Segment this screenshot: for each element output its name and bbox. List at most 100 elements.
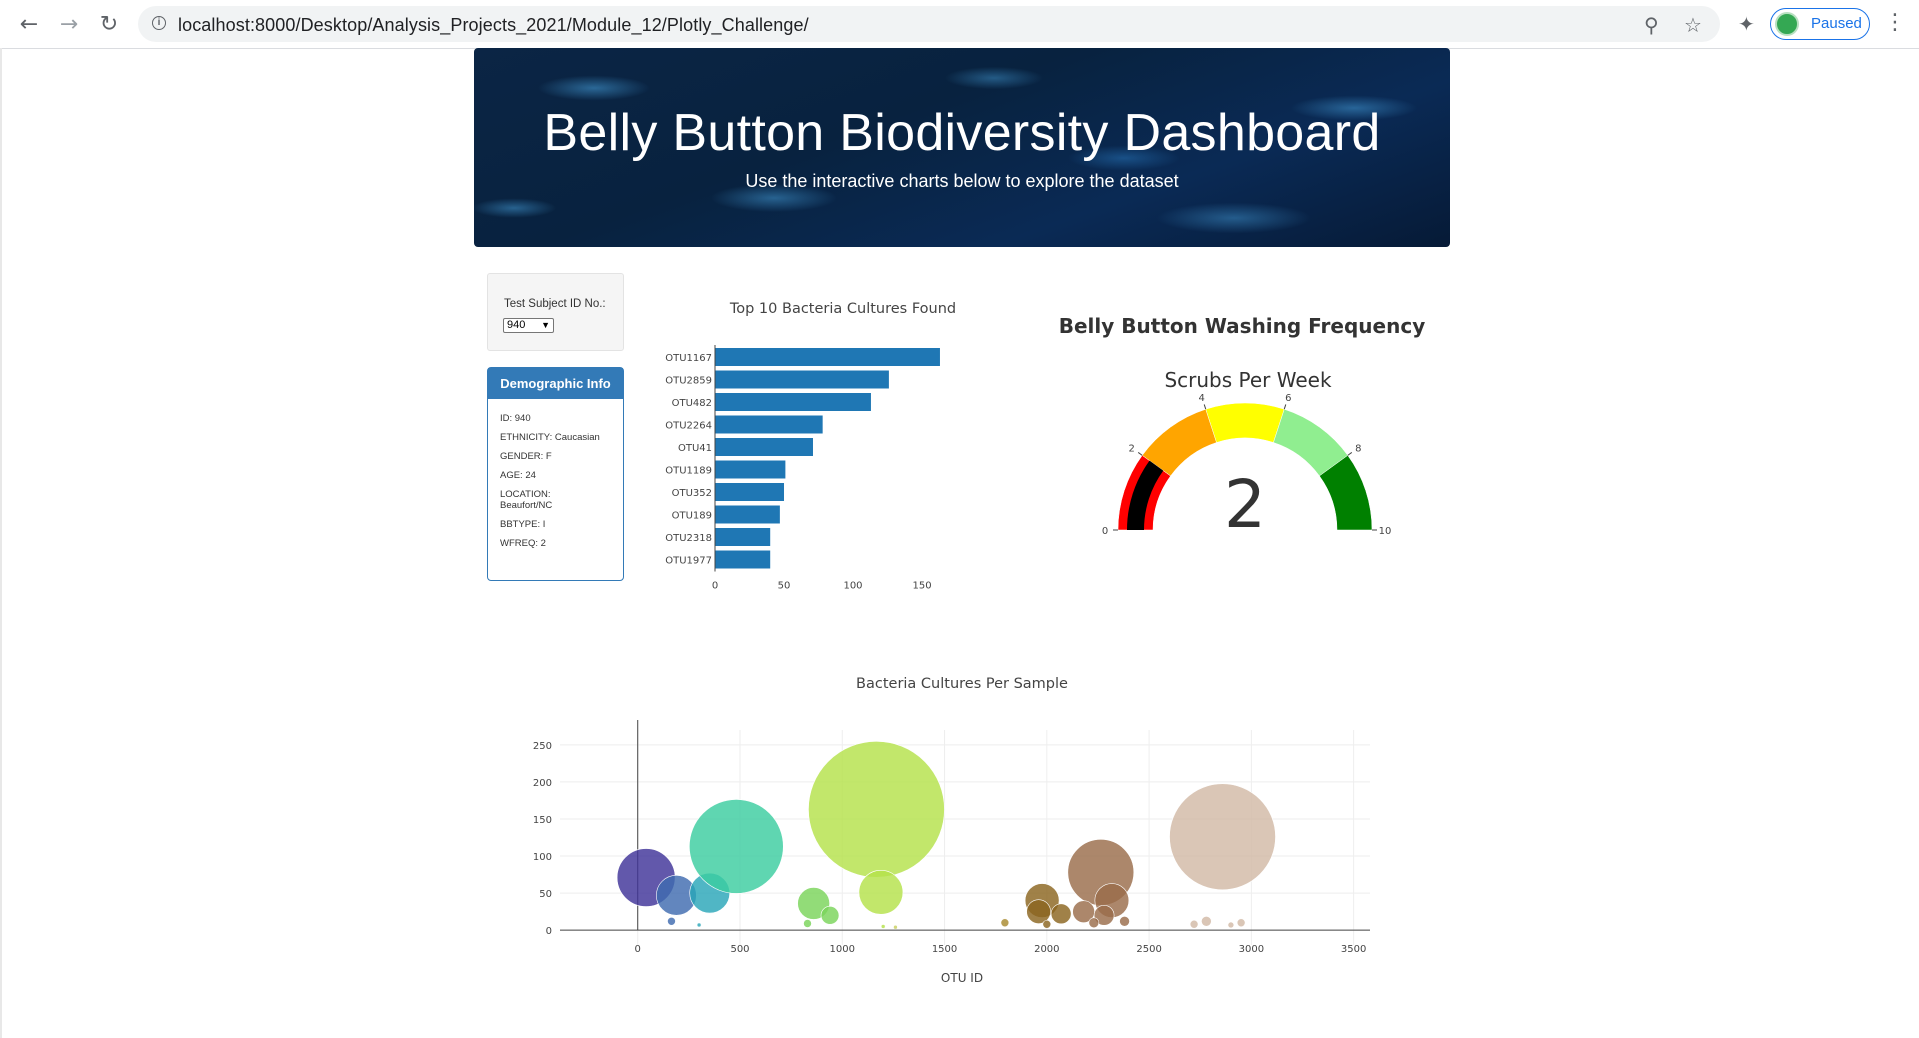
profile-button[interactable]: Paused xyxy=(1770,8,1870,40)
bar xyxy=(715,528,771,546)
bubble xyxy=(880,924,886,929)
gauge-tick xyxy=(1347,452,1353,456)
bar-label: OTU1167 xyxy=(665,353,712,364)
gauge-chart[interactable]: Belly Button Washing Frequency Scrubs Per… xyxy=(1030,300,1450,550)
browser-toolbar: ← → ↻ i localhost:8000/Desktop/Analysis_… xyxy=(0,0,1919,49)
gauge-tick xyxy=(1283,404,1287,410)
demographic-panel-heading: Demographic Info xyxy=(488,368,623,399)
bubble xyxy=(803,919,812,928)
bubble xyxy=(1236,918,1246,928)
bubble xyxy=(689,799,784,894)
demographic-line: AGE: 24 xyxy=(500,470,536,481)
page-title: Belly Button Biodiversity Dashboard xyxy=(543,104,1381,162)
y-tick-label: 100 xyxy=(533,852,552,863)
arrow-right-icon[interactable]: → xyxy=(54,9,84,39)
demographic-line: GENDER: F xyxy=(500,451,552,462)
gauge-value: 2 xyxy=(1224,466,1266,543)
bar-label: OTU1977 xyxy=(665,556,712,567)
x-tick-label: 3000 xyxy=(1239,944,1264,955)
gauge-step xyxy=(1205,402,1285,443)
bubble xyxy=(696,922,702,928)
bar-chart-title: Top 10 Bacteria Cultures Found xyxy=(729,301,956,317)
bar-label: OTU2318 xyxy=(665,533,712,544)
gauge-tick xyxy=(1203,404,1207,410)
subject-id-value: 940 xyxy=(507,319,526,331)
bubble xyxy=(1201,915,1212,927)
x-tick-label: 500 xyxy=(730,944,749,955)
address-bar[interactable]: i localhost:8000/Desktop/Analysis_Projec… xyxy=(138,6,1720,42)
demographic-panel: Demographic Info ID: 940 ETHNICITY: Cauc… xyxy=(487,367,624,581)
demographic-panel-body: ID: 940 ETHNICITY: Caucasian GENDER: F A… xyxy=(488,399,623,549)
bar-label: OTU2264 xyxy=(665,421,712,432)
bubble xyxy=(858,870,904,915)
more-menu-icon[interactable]: ⋮ xyxy=(1884,10,1906,35)
x-tick-label: 50 xyxy=(778,581,791,592)
bar-label: OTU352 xyxy=(672,488,712,499)
gauge-tick-label: 10 xyxy=(1379,526,1392,537)
bar-label: OTU41 xyxy=(678,443,712,454)
bar xyxy=(715,505,780,524)
bubble xyxy=(820,906,840,925)
subject-selector-label: Test Subject ID No.: xyxy=(504,298,606,310)
star-icon[interactable]: ☆ xyxy=(1684,13,1702,37)
bar-label: OTU2859 xyxy=(665,376,712,387)
gauge-tick-label: 2 xyxy=(1129,444,1135,455)
profile-label: Paused xyxy=(1811,15,1862,32)
bubble xyxy=(1088,917,1100,929)
y-tick-label: 250 xyxy=(533,741,552,752)
puzzle-icon[interactable]: ✦ xyxy=(1738,12,1755,36)
x-tick-label: 2500 xyxy=(1136,944,1161,955)
bubble-chart-title: Bacteria Cultures Per Sample xyxy=(856,676,1068,692)
y-tick-label: 50 xyxy=(539,889,552,900)
x-tick-label: 3500 xyxy=(1341,944,1366,955)
reload-icon[interactable]: ↻ xyxy=(94,9,124,39)
gauge-tick xyxy=(1137,452,1143,456)
y-tick-label: 150 xyxy=(533,815,552,826)
x-tick-label: 0 xyxy=(635,944,641,955)
x-axis-label: OTU ID xyxy=(941,971,983,985)
zoom-icon[interactable]: ⚲ xyxy=(1644,13,1659,37)
gauge-title: Belly Button Washing Frequency xyxy=(1059,314,1425,338)
bubble xyxy=(1189,919,1199,929)
gauge-tick-label: 4 xyxy=(1199,393,1205,404)
bubble xyxy=(1000,918,1010,928)
bar-label: OTU1189 xyxy=(665,466,712,477)
demographic-line: LOCATION: Beaufort/NC xyxy=(500,489,553,511)
bar-label: OTU482 xyxy=(672,398,712,409)
x-tick-label: 1500 xyxy=(932,944,957,955)
bar xyxy=(715,438,813,456)
bubble xyxy=(1227,921,1235,929)
x-tick-label: 2000 xyxy=(1034,944,1059,955)
x-tick-label: 150 xyxy=(912,581,931,592)
bubble xyxy=(1119,915,1130,927)
x-tick-label: 1000 xyxy=(830,944,855,955)
header-banner: Belly Button Biodiversity Dashboard Use … xyxy=(474,48,1450,247)
bar xyxy=(715,393,871,411)
bar xyxy=(715,460,786,479)
bar xyxy=(715,348,940,366)
gauge-tick-label: 6 xyxy=(1285,393,1291,404)
url-text[interactable]: localhost:8000/Desktop/Analysis_Projects… xyxy=(178,15,809,36)
bubble xyxy=(808,741,945,878)
bubble xyxy=(1042,919,1052,929)
bubble xyxy=(1050,903,1072,925)
x-tick-label: 0 xyxy=(712,581,718,592)
demographic-line: WFREQ: 2 xyxy=(500,538,546,549)
bubble xyxy=(667,916,676,926)
avatar xyxy=(1775,12,1799,36)
bubble xyxy=(893,924,898,930)
chevron-down-icon: ▼ xyxy=(541,320,550,330)
arrow-left-icon[interactable]: ← xyxy=(14,9,44,39)
info-icon[interactable]: i xyxy=(152,16,166,30)
bar-chart[interactable]: Top 10 Bacteria Cultures Found OTU1167 OTU… xyxy=(645,285,1015,605)
gauge-tick-label: 0 xyxy=(1102,526,1108,537)
x-tick-label: 100 xyxy=(843,581,862,592)
subject-id-select[interactable]: 940 ▼ xyxy=(503,318,554,333)
demographic-line: ID: 940 xyxy=(500,413,531,424)
demographic-line: BBTYPE: I xyxy=(500,519,546,530)
bubble-chart[interactable]: Bacteria Cultures Per Sample0 500 1000 1500… xyxy=(500,660,1425,1020)
y-tick-label: 0 xyxy=(546,926,552,937)
bar-label: OTU189 xyxy=(672,511,712,522)
y-tick-label: 200 xyxy=(533,778,552,789)
gauge-tick-label: 8 xyxy=(1355,444,1361,455)
